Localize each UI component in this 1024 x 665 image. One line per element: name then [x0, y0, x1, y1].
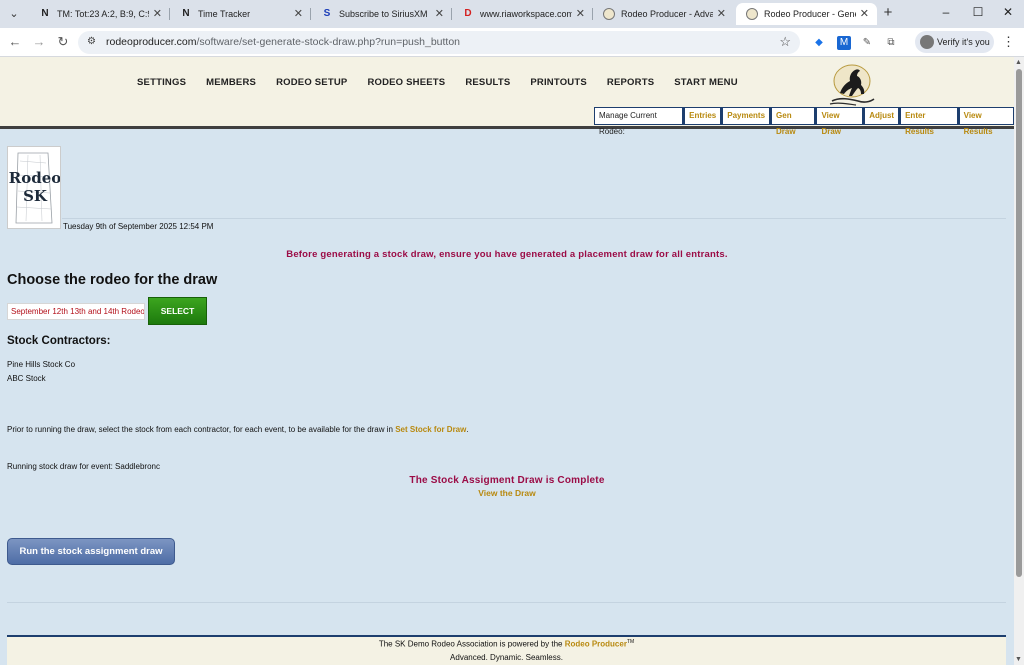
browser-tab-strip: ⌄ N TM: Tot:23 A:2, B:9, C:9, D: ✕ N Time Tr… — [0, 0, 1024, 28]
scroll-down-arrow-icon[interactable]: ▼ — [1015, 656, 1022, 663]
browser-tab-title: Subscribe to SiriusXM — [339, 9, 428, 19]
profile-avatar-icon — [920, 35, 934, 49]
nav-rodeo-setup[interactable]: RODEO SETUP — [276, 77, 347, 88]
nav-results[interactable]: RESULTS — [465, 77, 510, 88]
rodeo-producer-icon — [603, 8, 615, 20]
site-info-icon[interactable]: ⚙ — [87, 36, 99, 48]
page-content: SETTINGS MEMBERS RODEO SETUP RODEO SHEET… — [0, 57, 1014, 665]
association-logo: Rodeo SK — [7, 146, 61, 229]
rodeo-producer-horse-logo[interactable] — [822, 63, 880, 107]
nav-reports[interactable]: REPORTS — [607, 77, 654, 88]
minimize-button[interactable]: – — [938, 5, 954, 19]
manage-link-entries[interactable]: Entries — [683, 107, 722, 125]
stock-contractors-heading: Stock Contractors: — [7, 335, 111, 347]
browser-tab-title: www.riaworkspace.com: O — [480, 9, 572, 19]
draw-complete-message: The Stock Assigment Draw is Complete — [409, 475, 605, 486]
notion-icon: N — [182, 8, 190, 19]
browser-tab-title: Rodeo Producer - Advance — [621, 9, 713, 19]
tab-close-icon[interactable]: ✕ — [294, 3, 303, 25]
nav-start-menu[interactable]: START MENU — [674, 77, 738, 88]
logo-text-rodeo: Rodeo — [8, 169, 61, 187]
tab-close-icon[interactable]: ✕ — [576, 3, 585, 25]
tab-close-icon[interactable]: ✕ — [860, 3, 869, 25]
manage-current-rodeo-bar: Manage Current Rodeo: Entries Payments G… — [594, 107, 1014, 136]
divider-line — [62, 218, 1006, 219]
select-rodeo-button[interactable]: SELECT — [148, 297, 207, 325]
nav-printouts[interactable]: PRINTOUTS — [530, 77, 587, 88]
manage-link-view-draw[interactable]: View Draw — [815, 107, 864, 136]
riaworkspace-icon: D — [464, 8, 472, 19]
extension-shield-icon[interactable]: ✎ — [860, 36, 874, 50]
browser-tab[interactable]: N Time Tracker ✕ — [170, 3, 311, 25]
forward-button[interactable]: → — [30, 34, 48, 49]
new-tab-button[interactable]: + — [879, 4, 897, 21]
extensions-puzzle-icon[interactable]: ⧉ — [884, 36, 898, 50]
tab-close-icon[interactable]: ✕ — [717, 3, 726, 25]
main-nav: SETTINGS MEMBERS RODEO SETUP RODEO SHEET… — [137, 77, 758, 88]
scroll-up-arrow-icon[interactable]: ▲ — [1015, 59, 1022, 66]
manage-link-enter-results[interactable]: Enter Results — [899, 107, 958, 136]
nav-members[interactable]: MEMBERS — [206, 77, 256, 88]
run-stock-assignment-draw-button[interactable]: Run the stock assignment draw — [7, 538, 175, 565]
bookmark-star-icon[interactable]: ☆ — [779, 34, 791, 50]
page-scrollbar[interactable]: ▲ ▼ — [1014, 57, 1024, 665]
choose-rodeo-heading: Choose the rodeo for the draw — [7, 272, 218, 288]
footer-tagline: Advanced. Dynamic. Seamless. — [450, 653, 563, 662]
placement-draw-notice: Before generating a stock draw, ensure y… — [286, 249, 728, 260]
browser-tab[interactable]: Dwww.riaworkspace.com: O ✕ — [452, 3, 593, 25]
close-window-button[interactable]: ✕ — [1000, 5, 1016, 19]
manage-label: Manage Current Rodeo: — [594, 107, 684, 136]
extension-m-icon[interactable]: M — [837, 36, 851, 50]
extension-tag-icon[interactable]: ◆ — [812, 36, 826, 50]
manage-link-payments[interactable]: Payments — [721, 107, 771, 125]
manage-link-view-results[interactable]: View Results — [957, 107, 1014, 136]
browser-tab-title: Time Tracker — [198, 9, 251, 19]
url-text: rodeoproducer.com/software/set-generate-… — [106, 36, 461, 48]
current-date: Tuesday 9th of September 2025 12:54 PM — [63, 222, 214, 231]
browser-tab[interactable]: S Subscribe to SiriusXM ✕ — [311, 3, 452, 25]
browser-toolbar: ← → ↻ ⚙ rodeoproducer.com/software/set-g… — [0, 28, 1024, 57]
footer-divider — [7, 602, 1006, 603]
browser-tab-title: TM: Tot:23 A:2, B:9, C:9, D: — [57, 9, 149, 19]
nav-rodeo-sheets[interactable]: RODEO SHEETS — [367, 77, 445, 88]
tab-close-icon[interactable]: ✕ — [153, 3, 162, 25]
browser-tab[interactable]: Rodeo Producer - Advance ✕ — [593, 3, 734, 25]
contractor-item: Pine Hills Stock Co — [7, 360, 76, 369]
notion-icon: N — [41, 8, 49, 19]
browser-tab[interactable]: N TM: Tot:23 A:2, B:9, C:9, D: ✕ — [29, 3, 170, 25]
footer-powered-by: The SK Demo Rodeo Association is powered… — [378, 639, 635, 649]
nav-settings[interactable]: SETTINGS — [137, 77, 186, 88]
rodeo-producer-footer-link[interactable]: Rodeo Producer — [565, 640, 627, 649]
siriusxm-icon: S — [323, 8, 331, 19]
tab-close-icon[interactable]: ✕ — [435, 3, 444, 25]
address-bar[interactable]: ⚙ rodeoproducer.com/software/set-generat… — [78, 31, 800, 54]
back-button[interactable]: ← — [6, 34, 24, 49]
browser-tab-title: Rodeo Producer - Generat — [764, 9, 856, 19]
tab-search-button[interactable]: ⌄ — [4, 4, 24, 24]
rodeo-producer-icon — [746, 8, 758, 20]
browser-menu-icon[interactable]: ⋮ — [1002, 34, 1015, 50]
browser-tab[interactable]: Rodeo Producer - Generat ✕ — [736, 3, 877, 25]
stock-instruction-text: Prior to running the draw, select the st… — [7, 425, 469, 434]
logo-text-sk: SK — [23, 187, 47, 205]
contractor-item: ABC Stock — [7, 374, 46, 383]
maximize-button[interactable]: ☐ — [970, 5, 986, 19]
view-draw-link[interactable]: View the Draw — [0, 488, 1014, 498]
verify-profile-button[interactable]: Verify it's you — [915, 31, 994, 53]
reload-button[interactable]: ↻ — [54, 34, 72, 50]
set-stock-for-draw-link[interactable]: Set Stock for Draw — [395, 425, 466, 434]
manage-link-adjust[interactable]: Adjust — [863, 107, 900, 125]
site-footer: The SK Demo Rodeo Association is powered… — [7, 637, 1006, 665]
manage-link-gen-draw[interactable]: Gen Draw — [770, 107, 816, 136]
rodeo-select-dropdown[interactable]: September 12th 13th and 14th Rodeo — [7, 303, 145, 320]
scrollbar-thumb[interactable] — [1016, 69, 1022, 577]
site-header: SETTINGS MEMBERS RODEO SETUP RODEO SHEET… — [0, 57, 1014, 136]
running-event-text: Running stock draw for event: Saddlebron… — [7, 462, 160, 471]
